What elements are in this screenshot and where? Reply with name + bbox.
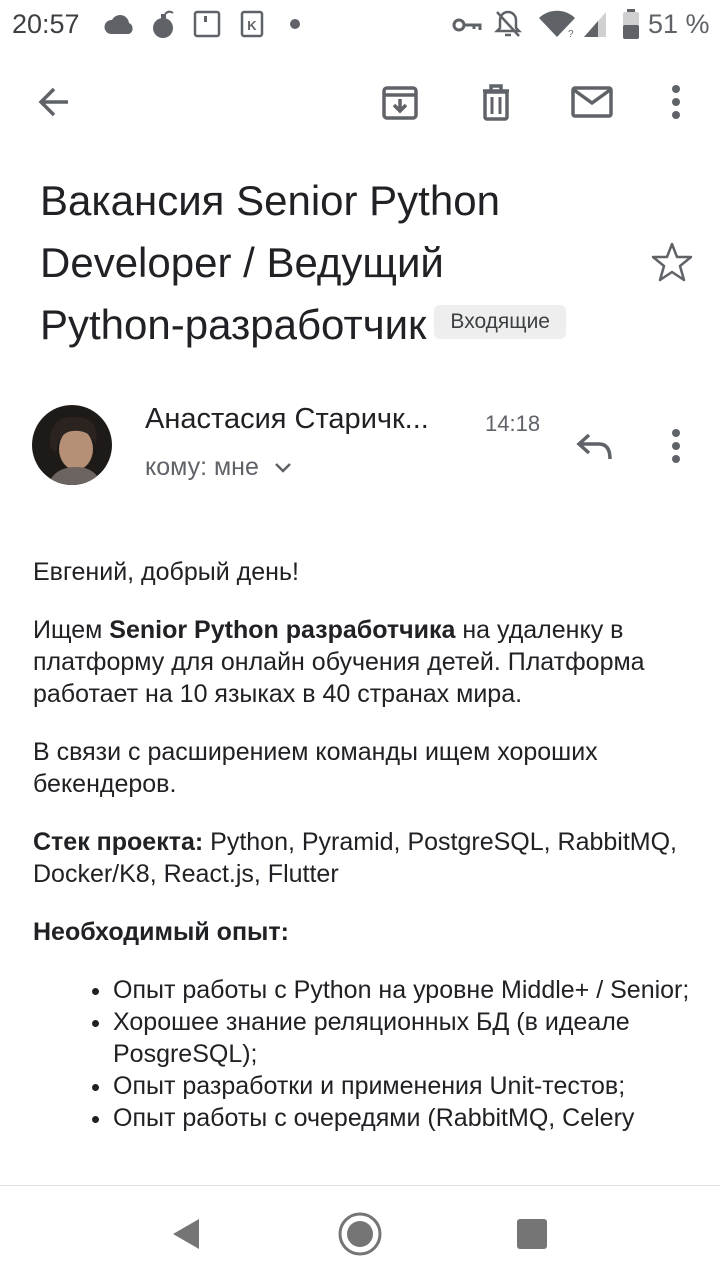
status-bar: 20:57 K ? 51 %: [0, 0, 720, 52]
svg-text:?: ?: [568, 29, 574, 38]
chevron-down-icon: [275, 462, 291, 473]
body-paragraph: Ищем Senior Python разработчика на удале…: [33, 614, 693, 710]
body-paragraph: В связи с расширением команды ищем хорош…: [33, 738, 598, 798]
avatar-photo: [32, 405, 112, 485]
email-body: Евгений, добрый день! Ищем Senior Python…: [33, 556, 693, 1134]
nav-back-icon: [173, 1219, 199, 1249]
list-item: Хорошее знание реляционных БД (в идеале …: [113, 1006, 693, 1070]
stack-paragraph: Стек проекта: Python, Pyramid, PostgreSQ…: [33, 826, 693, 890]
inbox-label-chip[interactable]: Входящие: [434, 304, 566, 339]
bell-off-icon: [494, 10, 522, 37]
bold-text: Senior Python разработчика: [109, 616, 456, 644]
battery-percent: 51 %: [648, 9, 710, 39]
signal-icon: [584, 12, 606, 37]
message-more-button[interactable]: [650, 420, 702, 472]
mark-unread-button[interactable]: [564, 74, 620, 130]
trash-icon: [483, 84, 509, 121]
nav-home-icon: [338, 1212, 382, 1256]
arrow-back-icon: [38, 87, 68, 117]
experience-label: Необходимый опыт:: [33, 918, 289, 946]
star-icon: [651, 242, 693, 282]
archive-button[interactable]: [372, 74, 428, 130]
top-toolbar: [0, 60, 720, 148]
message-time: 14:18: [485, 411, 541, 436]
system-nav-bar: [0, 1186, 720, 1280]
list-item: Опыт работы с Python на уровне Middle+ /…: [113, 974, 693, 1006]
stack-label: Стек проекта:: [33, 828, 204, 856]
mail-icon: [571, 86, 613, 118]
svg-text:K: K: [247, 18, 257, 33]
experience-heading: Необходимый опыт:: [33, 916, 693, 948]
k-app-icon: K: [240, 10, 264, 38]
star-button[interactable]: [650, 240, 694, 284]
nav-recents-icon: [517, 1219, 547, 1249]
battery-icon: [623, 9, 639, 39]
nav-home-button[interactable]: [332, 1206, 388, 1262]
recipient-text: кому: мне: [145, 453, 259, 481]
more-vert-icon: [672, 85, 680, 119]
delete-button[interactable]: [468, 74, 524, 130]
more-options-button[interactable]: [648, 74, 704, 130]
recipient-toggle[interactable]: кому: мне: [145, 453, 293, 482]
dot-icon: [290, 19, 300, 29]
vpn-key-icon: [452, 18, 482, 32]
back-button[interactable]: [26, 74, 82, 130]
email-subject: Вакансия Senior Python Developer / Ведущ…: [40, 170, 640, 356]
reply-button[interactable]: [568, 420, 620, 472]
cloud-icon: [104, 15, 133, 35]
nav-recents-button[interactable]: [504, 1206, 560, 1262]
more-vert-icon: [672, 429, 680, 463]
subject-line: Вакансия Senior Python: [40, 177, 500, 224]
wifi-icon: ?: [539, 10, 575, 38]
text-run: Ищем: [33, 616, 110, 644]
reply-icon: [576, 433, 612, 460]
greeting: Евгений, добрый день!: [33, 558, 299, 586]
sender-name[interactable]: Анастасия Старичк...: [145, 403, 475, 436]
archive-icon: [382, 86, 418, 120]
requirements-list: Опыт работы с Python на уровне Middle+ /…: [33, 974, 693, 1134]
subject-line: Developer / Ведущий: [40, 239, 444, 286]
status-time: 20:57: [12, 9, 80, 39]
list-item: Опыт работы с очередями (RabbitMQ, Celer…: [113, 1102, 693, 1134]
bomb-icon: [153, 10, 174, 38]
notification-box-icon: [193, 10, 221, 38]
subject-line: Python-разработчик Входящие: [40, 294, 640, 356]
sender-avatar[interactable]: [32, 405, 112, 485]
list-item: Опыт разработки и применения Unit-тестов…: [113, 1070, 693, 1102]
nav-back-button[interactable]: [158, 1206, 214, 1262]
subject-text: Python-разработчик: [40, 301, 427, 348]
